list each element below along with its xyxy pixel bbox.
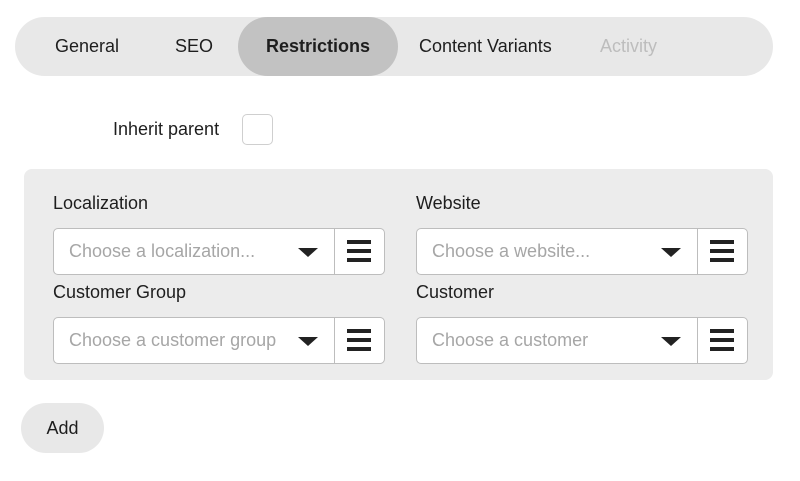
localization-label: Localization xyxy=(53,193,149,213)
tab-content-variants[interactable]: Content Variants xyxy=(419,17,552,76)
add-button[interactable]: Add xyxy=(21,403,104,453)
customer-group-select-group: Choose a customer group xyxy=(53,317,385,364)
localization-select-group: Choose a localization... xyxy=(53,228,385,275)
website-placeholder: Choose a website... xyxy=(432,241,591,261)
tab-general[interactable]: General xyxy=(55,17,119,76)
tab-activity: Activity xyxy=(600,36,658,56)
caret-down-icon xyxy=(661,337,681,346)
tab-seo[interactable]: SEO xyxy=(175,17,213,76)
customer-group-placeholder: Choose a customer group xyxy=(69,330,277,350)
localization-field: Localization Choose a localization... xyxy=(53,192,385,275)
website-label: Website xyxy=(416,193,481,213)
customer-group-list-button[interactable] xyxy=(335,318,384,363)
customer-field: Customer Choose a customer xyxy=(416,281,748,364)
inherit-parent-checkbox[interactable] xyxy=(242,114,273,145)
website-select-group: Choose a website... xyxy=(416,228,748,275)
caret-down-icon xyxy=(661,248,681,257)
website-list-button[interactable] xyxy=(698,229,747,274)
localization-list-button[interactable] xyxy=(335,229,384,274)
website-field: Website Choose a website... xyxy=(416,192,748,275)
inherit-parent-label: Inherit parent xyxy=(113,119,220,139)
localization-placeholder: Choose a localization... xyxy=(69,241,256,261)
tab-restrictions[interactable]: Restrictions xyxy=(238,17,398,76)
restrictions-panel: Localization Choose a localization... We… xyxy=(24,169,773,380)
customer-list-button[interactable] xyxy=(698,318,747,363)
customer-placeholder: Choose a customer xyxy=(432,330,589,350)
customer-label: Customer xyxy=(416,282,495,302)
customer-group-label: Customer Group xyxy=(53,282,187,302)
localization-select[interactable]: Choose a localization... xyxy=(54,229,335,274)
caret-down-icon xyxy=(298,337,318,346)
tab-bar: General SEO Restrictions Content Variant… xyxy=(15,17,773,76)
website-select[interactable]: Choose a website... xyxy=(417,229,698,274)
customer-select-group: Choose a customer xyxy=(416,317,748,364)
customer-group-select[interactable]: Choose a customer group xyxy=(54,318,335,363)
customer-select[interactable]: Choose a customer xyxy=(417,318,698,363)
customer-group-field: Customer Group Choose a customer group xyxy=(53,281,385,364)
caret-down-icon xyxy=(298,248,318,257)
